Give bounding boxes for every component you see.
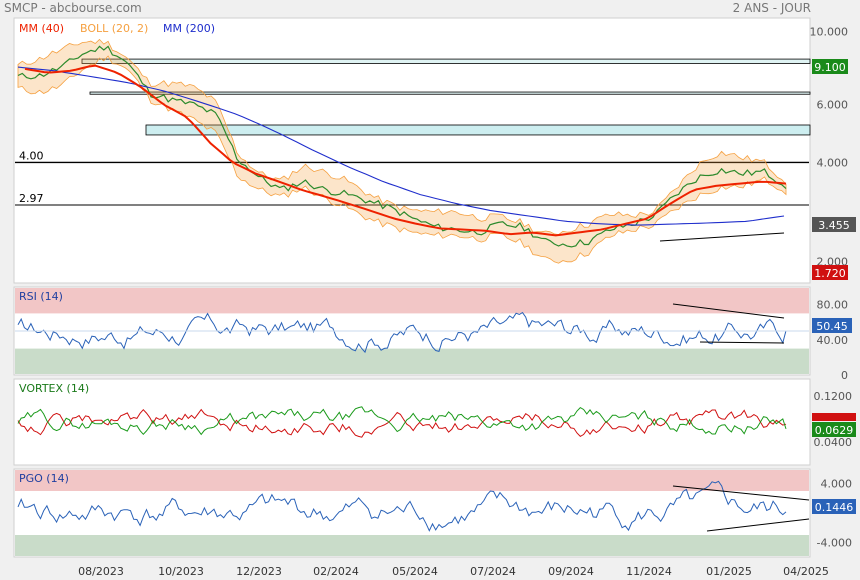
header-source: SMCP - abcbourse.com [4, 1, 142, 15]
high-label: 9.100 [814, 61, 846, 74]
price-panel: 10.0008.0006.0004.0002.000 4.002.97 MM (… [13, 17, 856, 284]
rsi-tick-label: 40.00 [817, 334, 849, 347]
x-tick-label: 11/2024 [626, 565, 672, 578]
low-label: 1.720 [814, 267, 846, 280]
rsi-tick-label: 0 [841, 369, 848, 382]
rsi-title: RSI (14) [19, 290, 63, 303]
vortex-tick-label: 0.0400 [814, 436, 853, 449]
last-price-label: 3.455 [818, 219, 850, 232]
pgo-panel: PGO (14) 4.000 -4.000 0.1446 [13, 468, 856, 558]
vortex-tick-label: 0.1200 [814, 390, 853, 403]
x-tick-label: 08/2023 [78, 565, 124, 578]
pgo-lower-zone [15, 535, 809, 556]
x-tick-label: 04/2025 [783, 565, 829, 578]
rsi-tick-label: 80.00 [817, 299, 849, 312]
legend-ma40: MM (40) [19, 22, 64, 35]
vortex-panel: VORTEX (14) 0.1200 0.0400 0.0629 [13, 378, 856, 466]
last-price-badge: 3.455 [812, 217, 856, 232]
vortex-last-label: 0.0629 [815, 424, 854, 437]
price-tick-label: 4.000 [817, 156, 849, 169]
rsi-panel: RSI (14) 80.00 40.00 0 50.45 [13, 286, 852, 382]
high-badge: 9.100 [812, 59, 848, 74]
price-tick-label: 10.000 [810, 26, 849, 39]
price-tick-label: 6.000 [817, 99, 849, 112]
pgo-tick-label: 4.000 [821, 478, 853, 491]
x-tick-label: 01/2025 [706, 565, 752, 578]
x-axis: 08/2023 10/2023 12/2023 02/2024 05/2024 07/20… [78, 565, 829, 578]
resistance-band [145, 124, 811, 136]
x-tick-label: 12/2023 [236, 565, 282, 578]
pgo-title: PGO (14) [19, 472, 69, 485]
rsi-overbought-zone [15, 288, 809, 314]
pgo-tick-label: -4.000 [817, 536, 852, 549]
resistance-band [81, 58, 811, 64]
rsi-oversold-zone [15, 348, 809, 374]
x-tick-label: 02/2024 [313, 565, 359, 578]
x-tick-label: 09/2024 [548, 565, 594, 578]
low-badge: 1.720 [812, 265, 848, 280]
x-tick-label: 05/2024 [392, 565, 438, 578]
level-label: 2.97 [19, 192, 44, 205]
x-tick-label: 07/2024 [470, 565, 516, 578]
level-label: 4.00 [19, 149, 44, 162]
legend-boll: BOLL (20, 2) [80, 22, 148, 35]
pgo-last-label: 0.1446 [815, 501, 854, 514]
header-period: 2 ANS - JOUR [733, 1, 811, 15]
vortex-title: VORTEX (14) [19, 382, 89, 395]
stock-chart: SMCP - abcbourse.com 2 ANS - JOUR 10.000… [4, 1, 856, 578]
legend-ma200: MM (200) [163, 22, 215, 35]
x-tick-label: 10/2023 [158, 565, 204, 578]
rsi-last-label: 50.45 [816, 320, 848, 333]
